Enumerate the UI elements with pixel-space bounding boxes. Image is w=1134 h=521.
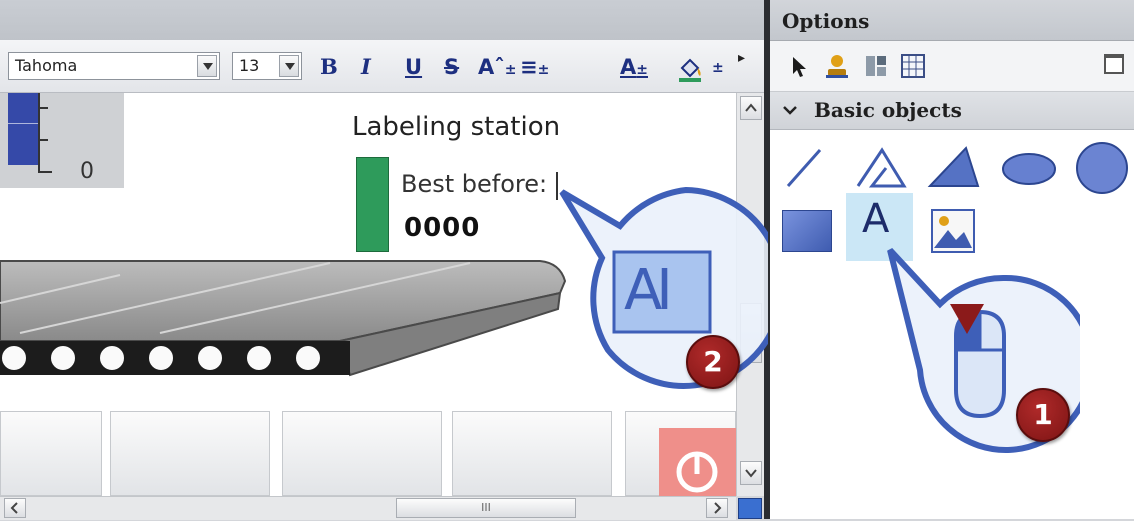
polyline-tool-icon[interactable]	[852, 146, 908, 190]
basic-objects-header[interactable]: Basic objects	[770, 92, 1134, 130]
text-field-tool-icon: A	[862, 196, 890, 242]
chevron-down-icon[interactable]	[279, 55, 299, 77]
bar-gauge-fill	[8, 93, 38, 165]
chevron-up-icon	[745, 103, 757, 112]
function-key-3[interactable]	[282, 411, 442, 496]
chevron-down-icon	[745, 469, 757, 478]
best-before-text-field[interactable]: Best before:	[401, 170, 547, 198]
step-2-badge: 2	[686, 335, 740, 389]
font-family-select[interactable]: Tahoma	[8, 52, 220, 80]
toolbar-overflow-icon[interactable]: ▸	[738, 50, 745, 66]
font-color-icon[interactable]: A±	[620, 52, 648, 82]
font-size-select[interactable]: 13	[232, 52, 302, 80]
scroll-grip: III	[481, 501, 491, 514]
chevron-right-icon	[714, 502, 722, 514]
stop-button[interactable]	[659, 428, 736, 496]
font-size-value: 13	[239, 56, 260, 75]
options-toolbar	[770, 41, 1134, 92]
text-size-icon[interactable]: Aˆ±	[478, 52, 517, 82]
counter-value[interactable]: 0000	[404, 213, 480, 243]
font-family-value: Tahoma	[15, 56, 78, 75]
scroll-up-button[interactable]	[740, 96, 762, 120]
scroll-thumb-horizontal[interactable]: III	[396, 498, 576, 518]
line-tool-icon[interactable]	[784, 146, 824, 190]
circle-tool-icon[interactable]	[1074, 140, 1130, 196]
horizontal-scrollbar[interactable]: III	[0, 496, 736, 520]
status-indicator[interactable]	[356, 157, 389, 252]
underline-button[interactable]: U	[405, 52, 422, 82]
bar-gauge: 0	[0, 93, 124, 188]
chevron-down-icon[interactable]	[197, 55, 217, 77]
user-icon[interactable]	[824, 53, 850, 79]
rectangle-tool-icon[interactable]	[782, 210, 832, 252]
scroll-left-button[interactable]	[4, 498, 26, 518]
strikethrough-button[interactable]: S	[444, 52, 459, 82]
fill-color-icon[interactable]	[676, 54, 706, 84]
polygon-tool-icon[interactable]	[926, 144, 982, 190]
scroll-right-button[interactable]	[706, 498, 728, 518]
align-icon[interactable]: ≡±	[520, 52, 549, 82]
maximize-icon[interactable]	[1104, 54, 1124, 74]
options-header: Options	[770, 0, 1134, 41]
scroll-down-button[interactable]	[740, 461, 762, 485]
chevron-left-icon	[10, 502, 18, 514]
zoom-corner-icon[interactable]	[738, 498, 762, 519]
power-icon	[676, 451, 718, 493]
function-key-4[interactable]	[452, 411, 612, 496]
chevron-down-icon[interactable]	[782, 103, 798, 117]
properties-icon[interactable]	[864, 54, 888, 78]
ellipse-tool-icon[interactable]	[1000, 150, 1058, 188]
editor-title-bar	[0, 0, 764, 41]
gauge-zero-label: 0	[80, 159, 94, 184]
table-icon[interactable]	[900, 53, 926, 79]
italic-button[interactable]: I	[361, 52, 371, 82]
bold-button[interactable]: B	[320, 52, 338, 82]
conveyor-belt-graphic[interactable]	[0, 253, 600, 393]
step-1-badge: 1	[1016, 388, 1070, 442]
station-title[interactable]: Labeling station	[352, 112, 560, 142]
fill-color-dropdown[interactable]: ±	[712, 60, 724, 76]
function-key-2[interactable]	[110, 411, 270, 496]
callout-text-tool-glyph: AI	[624, 258, 673, 323]
options-title: Options	[782, 9, 870, 33]
function-key-1[interactable]	[0, 411, 102, 496]
pointer-icon[interactable]	[790, 55, 808, 79]
basic-objects-title: Basic objects	[814, 98, 962, 122]
format-toolbar: Tahoma 13	[0, 40, 764, 93]
